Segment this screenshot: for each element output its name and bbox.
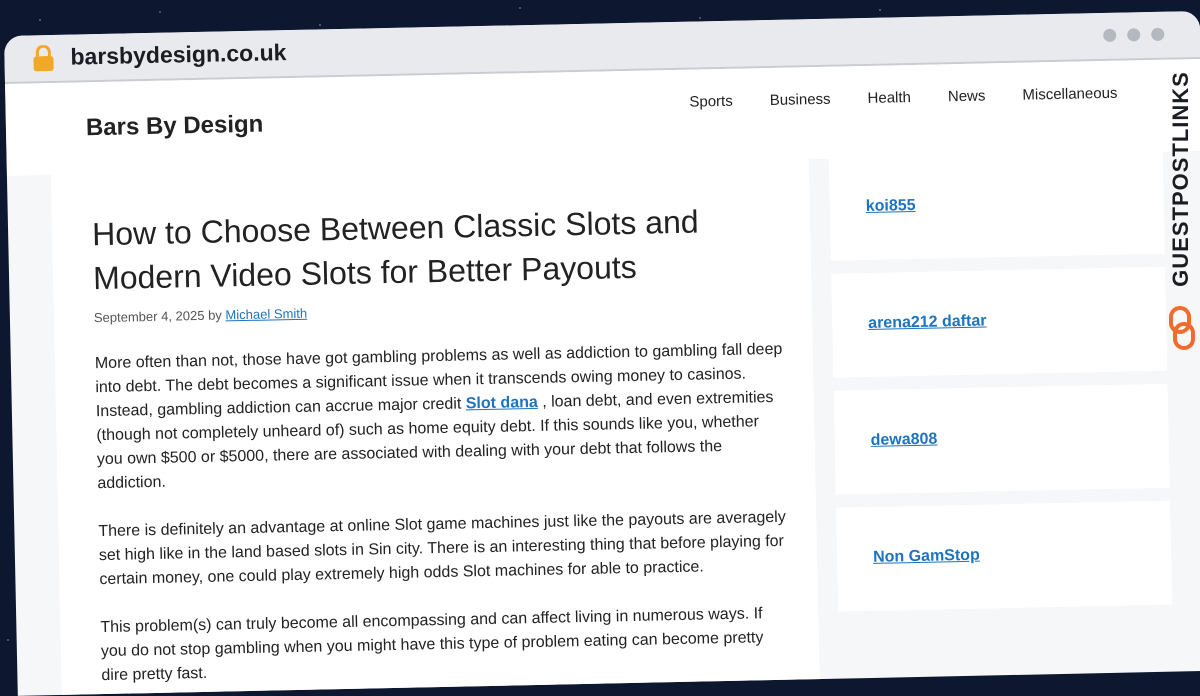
browser-window: barsbydesign.co.uk Bars By Design Sports… bbox=[4, 10, 1200, 696]
sidebar-link-koi855[interactable]: koi855 bbox=[866, 197, 916, 216]
paragraph-3: This problem(s) can truly become all enc… bbox=[100, 605, 764, 685]
sidebar-link-non-gamstop[interactable]: Non GamStop bbox=[873, 547, 980, 567]
nav-item-business[interactable]: Business bbox=[770, 91, 831, 109]
window-controls bbox=[1103, 27, 1165, 42]
post-title: How to Choose Between Classic Slots and … bbox=[91, 203, 699, 297]
post-by: by bbox=[207, 307, 222, 323]
nav-item-news[interactable]: News bbox=[948, 87, 986, 105]
window-control-dot[interactable] bbox=[1151, 27, 1165, 41]
sidebar-widget: koi855 bbox=[828, 149, 1165, 261]
chain-link-icon bbox=[1169, 306, 1195, 350]
slot-dana-link[interactable]: Slot dana bbox=[466, 394, 538, 413]
sidebar-widget: arena212 daftar bbox=[831, 266, 1168, 378]
sidebar-widget: dewa808 bbox=[833, 383, 1170, 495]
main-nav: Sports Business Health News Miscellaneou… bbox=[689, 85, 1117, 111]
sidebar-widget: Non GamStop bbox=[836, 500, 1173, 612]
sidebar-link-arena212[interactable]: arena212 daftar bbox=[868, 312, 987, 332]
post-author-link[interactable]: Michael Smith bbox=[225, 306, 307, 323]
paragraph-2: There is definitely an advantage at onli… bbox=[98, 508, 786, 589]
paragraph-1: More often than not, those have got gamb… bbox=[95, 338, 788, 496]
paragraph-1-text-before: More often than not, those have got gamb… bbox=[94, 340, 783, 421]
sidebar: koi855 arena212 daftar dewa808 Non GamSt… bbox=[828, 149, 1173, 625]
address-bar-url[interactable]: barsbydesign.co.uk bbox=[70, 39, 287, 71]
lock-icon bbox=[33, 44, 54, 72]
window-control-dot[interactable] bbox=[1127, 28, 1141, 42]
watermark-text: GUESTPOSTLINKS bbox=[1168, 71, 1193, 287]
post-body: More often than not, those have got gamb… bbox=[95, 338, 792, 696]
article: How to Choose Between Classic Slots and … bbox=[50, 157, 821, 696]
sidebar-link-dewa808[interactable]: dewa808 bbox=[870, 431, 937, 450]
nav-item-miscellaneous[interactable]: Miscellaneous bbox=[1022, 85, 1117, 104]
site-title[interactable]: Bars By Design bbox=[86, 111, 264, 143]
post-date: September 4, 2025 bbox=[93, 307, 205, 326]
guestpostlinks-watermark: GUESTPOSTLINKS bbox=[1168, 54, 1198, 354]
nav-item-health[interactable]: Health bbox=[867, 89, 911, 107]
nav-item-sports[interactable]: Sports bbox=[689, 93, 733, 111]
post-meta: September 4, 2025 by Michael Smith bbox=[94, 306, 307, 325]
window-control-dot[interactable] bbox=[1103, 28, 1117, 42]
